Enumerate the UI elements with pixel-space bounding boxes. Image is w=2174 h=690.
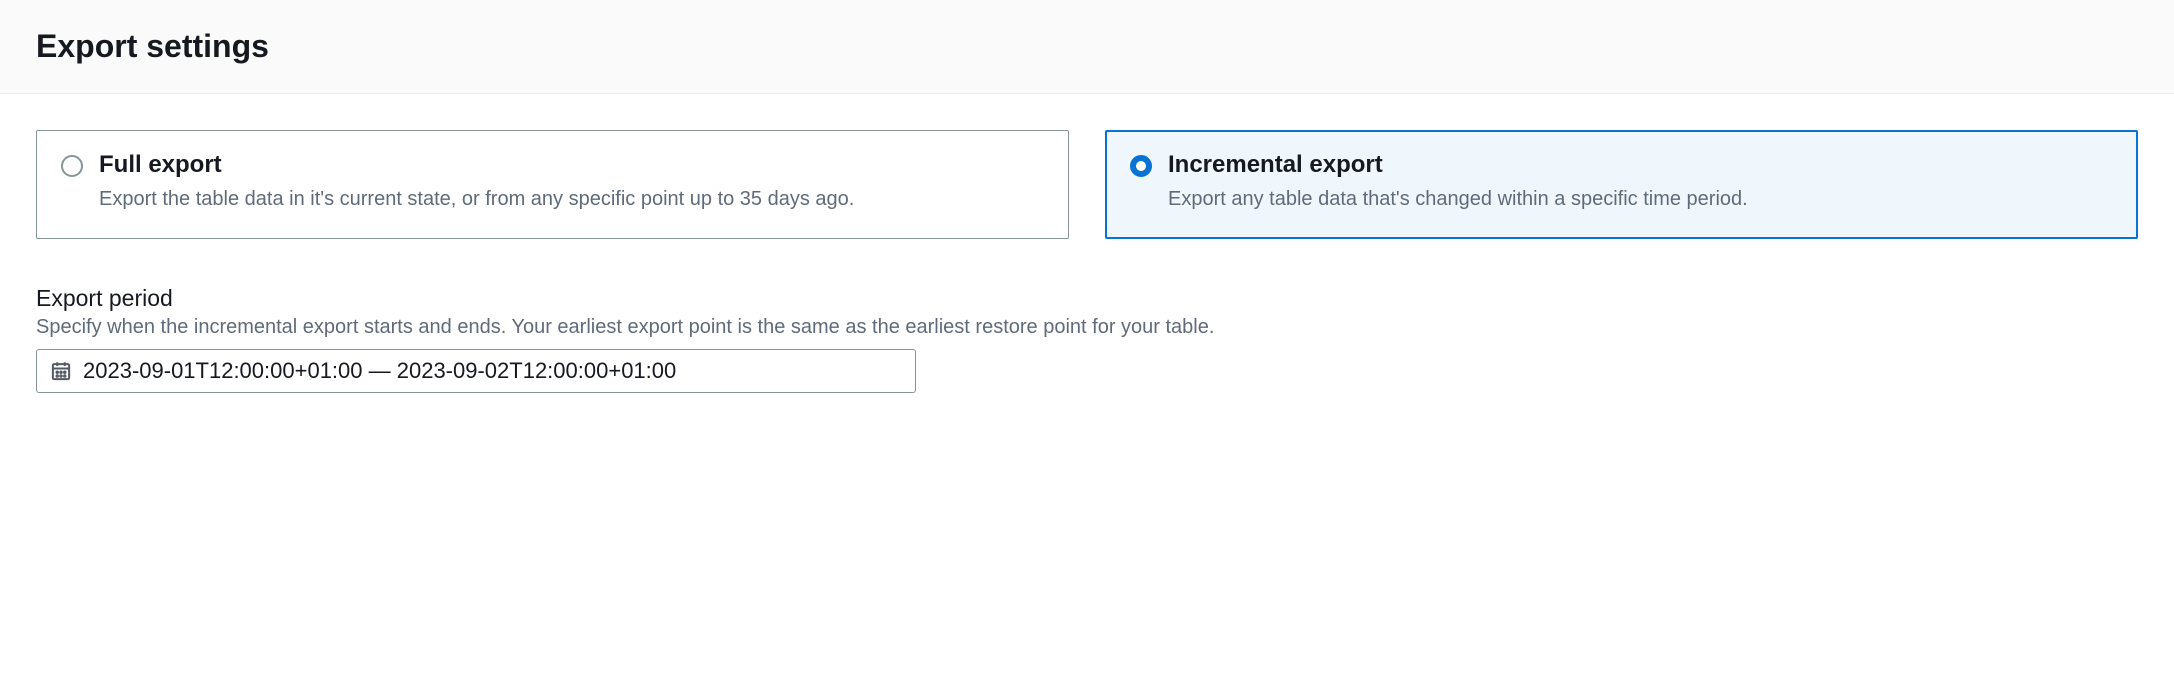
radio-title: Incremental export (1168, 151, 2113, 179)
page-title: Export settings (36, 28, 2138, 65)
radio-icon (61, 155, 83, 177)
radio-body: Full export Export the table data in it'… (99, 151, 1044, 214)
content-area: Full export Export the table data in it'… (0, 94, 2174, 393)
radio-icon (1130, 155, 1152, 177)
page-header: Export settings (0, 0, 2174, 94)
export-type-radio-group: Full export Export the table data in it'… (36, 130, 2138, 239)
radio-description: Export any table data that's changed wit… (1168, 185, 2113, 214)
radio-card-incremental-export[interactable]: Incremental export Export any table data… (1105, 130, 2138, 239)
radio-body: Incremental export Export any table data… (1168, 151, 2113, 214)
export-period-value: 2023-09-01T12:00:00+01:00 — 2023-09-02T1… (83, 358, 676, 384)
radio-card-full-export[interactable]: Full export Export the table data in it'… (36, 130, 1069, 239)
export-period-input[interactable]: 2023-09-01T12:00:00+01:00 — 2023-09-02T1… (36, 349, 916, 393)
radio-description: Export the table data in it's current st… (99, 185, 1044, 214)
radio-title: Full export (99, 151, 1044, 179)
calendar-icon (51, 361, 71, 381)
export-period-help: Specify when the incremental export star… (36, 316, 2138, 339)
export-period-section: Export period Specify when the increment… (36, 285, 2138, 393)
export-period-label: Export period (36, 285, 2138, 312)
